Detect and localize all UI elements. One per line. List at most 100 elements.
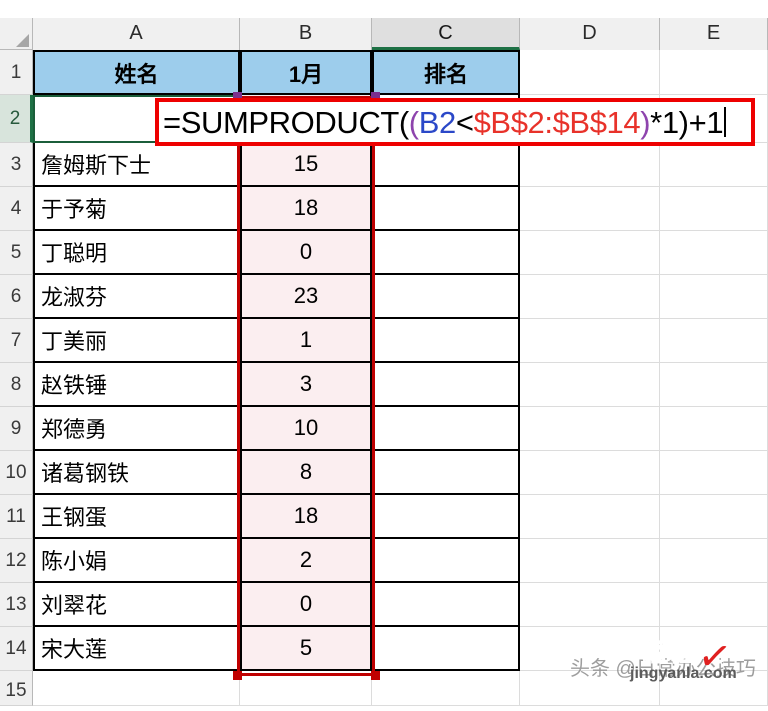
cell-e3[interactable] (660, 143, 768, 187)
cell-d15[interactable] (520, 671, 660, 706)
table-row[interactable]: 宋大莲 (33, 627, 240, 671)
cell-e15[interactable] (660, 671, 768, 706)
table-row[interactable]: 赵铁锤 (33, 363, 240, 407)
cell-b11[interactable]: 18 (240, 495, 372, 539)
cell-c15[interactable] (372, 671, 520, 706)
row-header-13[interactable]: 13 (0, 583, 33, 627)
row-header-9[interactable]: 9 (0, 407, 33, 451)
row-header-3[interactable]: 3 (0, 143, 33, 187)
cell-b12[interactable]: 2 (240, 539, 372, 583)
cell-c4[interactable] (372, 187, 520, 231)
cell-b14-value: 5 (299, 635, 313, 660)
cell-e11[interactable] (660, 495, 768, 539)
cell-b7[interactable]: 1 (240, 319, 372, 363)
row-header-1[interactable]: 1 (0, 50, 33, 95)
cell-c1-header-rank[interactable]: 排名 (372, 50, 520, 95)
table-row[interactable]: 龙淑芬 (33, 275, 240, 319)
table-row[interactable]: 于予菊 (33, 187, 240, 231)
cell-b15[interactable] (240, 671, 372, 706)
cell-c9[interactable] (372, 407, 520, 451)
row-header-6[interactable]: 6 (0, 275, 33, 319)
table-row[interactable]: 詹姆斯下士 (33, 143, 240, 187)
table-row[interactable]: 王钢蛋 (33, 495, 240, 539)
cell-d5[interactable] (520, 231, 660, 275)
cell-a15[interactable] (33, 671, 240, 706)
cell-c3[interactable] (372, 143, 520, 187)
cell-b6[interactable]: 23 (240, 275, 372, 319)
row-header-8[interactable]: 8 (0, 363, 33, 407)
cell-d12[interactable] (520, 539, 660, 583)
row-header-12[interactable]: 12 (0, 539, 33, 583)
cell-b4[interactable]: 18 (240, 187, 372, 231)
select-all-corner[interactable] (0, 18, 33, 50)
column-header-e[interactable]: E (660, 18, 768, 50)
cell-c14[interactable] (372, 627, 520, 671)
cell-e14[interactable] (660, 627, 768, 671)
cell-d1[interactable] (520, 50, 660, 95)
cell-d3[interactable] (520, 143, 660, 187)
cell-b5[interactable]: 0 (240, 231, 372, 275)
cell-d11[interactable] (520, 495, 660, 539)
cell-c12[interactable] (372, 539, 520, 583)
cell-d4[interactable] (520, 187, 660, 231)
cell-b8[interactable]: 3 (240, 363, 372, 407)
cell-e4[interactable] (660, 187, 768, 231)
header-name-label: 姓名 (114, 61, 159, 87)
cell-d10[interactable] (520, 451, 660, 495)
cell-d7[interactable] (520, 319, 660, 363)
cell-e10[interactable] (660, 451, 768, 495)
column-header-b[interactable]: B (240, 18, 372, 50)
text-caret (724, 107, 727, 137)
cell-e7[interactable] (660, 319, 768, 363)
row-header-5[interactable]: 5 (0, 231, 33, 275)
cell-e9[interactable] (660, 407, 768, 451)
cell-d9[interactable] (520, 407, 660, 451)
cell-c10[interactable] (372, 451, 520, 495)
cell-e12[interactable] (660, 539, 768, 583)
row-header-10[interactable]: 10 (0, 451, 33, 495)
formula-editor[interactable]: =SUMPRODUCT( ( B2 < $B$2:$B$14 ) *1) +1 (155, 98, 755, 146)
cell-c7[interactable] (372, 319, 520, 363)
cell-d8[interactable] (520, 363, 660, 407)
cell-b10[interactable]: 8 (240, 451, 372, 495)
table-row[interactable]: 诸葛钢铁 (33, 451, 240, 495)
cell-b3[interactable]: 15 (240, 143, 372, 187)
cell-c5[interactable] (372, 231, 520, 275)
column-header-d[interactable]: D (520, 18, 660, 50)
row-header-14[interactable]: 14 (0, 627, 33, 671)
table-row[interactable]: 丁美丽 (33, 319, 240, 363)
cell-d13[interactable] (520, 583, 660, 627)
cell-c13[interactable] (372, 583, 520, 627)
cell-a1-header-name[interactable]: 姓名 (33, 50, 240, 95)
cell-d14[interactable] (520, 627, 660, 671)
row-header-4[interactable]: 4 (0, 187, 33, 231)
formula-token-multiply: *1) (650, 104, 689, 140)
range-handle-bottom-right[interactable] (371, 671, 380, 680)
cell-e8[interactable] (660, 363, 768, 407)
table-row[interactable]: 丁聪明 (33, 231, 240, 275)
cell-b13[interactable]: 0 (240, 583, 372, 627)
cell-d6[interactable] (520, 275, 660, 319)
row-header-2[interactable]: 2 (0, 95, 33, 143)
cell-e5[interactable] (660, 231, 768, 275)
spreadsheet-grid[interactable]: A B C D E 1 2 3 4 5 6 7 8 9 10 11 12 13 … (0, 0, 768, 706)
table-row[interactable]: 郑德勇 (33, 407, 240, 451)
row-header-15[interactable]: 15 (0, 671, 33, 706)
table-row[interactable]: 刘翠花 (33, 583, 240, 627)
cell-e6[interactable] (660, 275, 768, 319)
range-handle-bottom-left[interactable] (233, 671, 242, 680)
table-row[interactable]: 陈小娟 (33, 539, 240, 583)
row-header-11[interactable]: 11 (0, 495, 33, 539)
cell-c6[interactable] (372, 275, 520, 319)
cell-b9[interactable]: 10 (240, 407, 372, 451)
cell-e13[interactable] (660, 583, 768, 627)
cell-c8[interactable] (372, 363, 520, 407)
column-header-a[interactable]: A (33, 18, 240, 50)
cell-c11[interactable] (372, 495, 520, 539)
column-header-c[interactable]: C (372, 18, 520, 50)
cell-a6-name: 龙淑芬 (41, 285, 108, 310)
cell-b14[interactable]: 5 (240, 627, 372, 671)
row-header-7[interactable]: 7 (0, 319, 33, 363)
cell-e1[interactable] (660, 50, 768, 95)
cell-b1-header-month[interactable]: 1月 (240, 50, 372, 95)
